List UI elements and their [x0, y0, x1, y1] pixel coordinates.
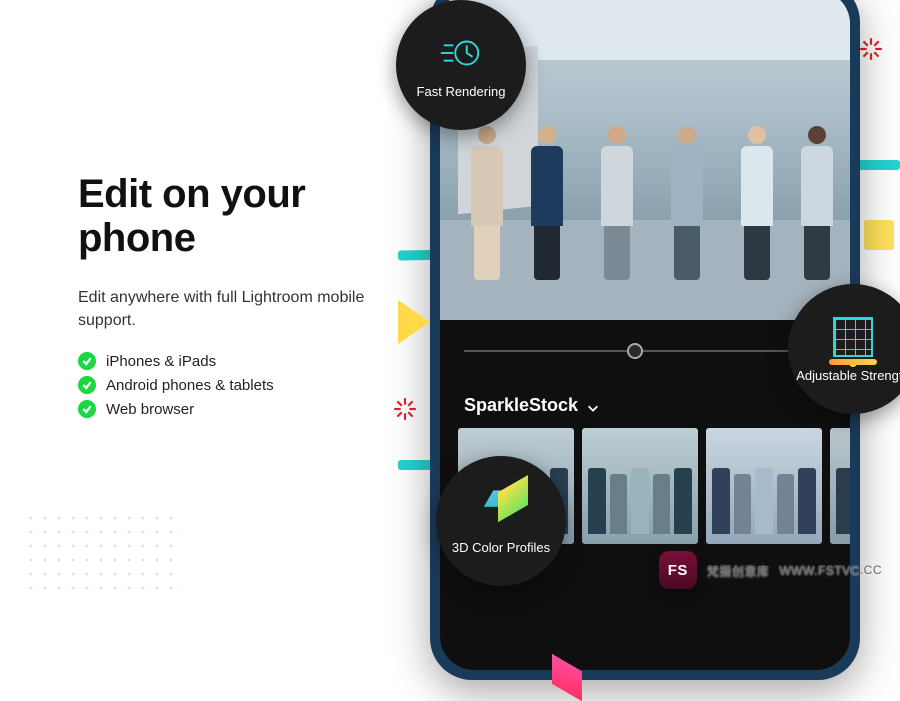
subheadline: Edit anywhere with full Lightroom mobile…	[78, 286, 398, 332]
triangle-decoration	[398, 300, 430, 344]
feature-item: iPhones & iPads	[78, 352, 398, 370]
color-cube-icon	[478, 486, 524, 532]
feature-item: Web browser	[78, 400, 398, 418]
feature-list: iPhones & iPads Android phones & tablets…	[78, 352, 398, 418]
strength-grid-icon	[830, 314, 876, 360]
watermark-url: WWW.FSTVC.CC	[779, 563, 882, 577]
starburst-decoration	[858, 36, 884, 62]
preset-group-label: SparkleStock	[464, 395, 578, 416]
preset-group-selector[interactable]: SparkleStock	[464, 395, 600, 416]
feature-label: iPhones & iPads	[106, 353, 216, 370]
slider-thumb-icon[interactable]	[627, 343, 643, 359]
headline: Edit on your phone	[78, 172, 398, 260]
badge-fast-rendering: Fast Rendering	[396, 0, 526, 130]
badge-label: Adjustable Strength	[796, 368, 900, 384]
chevron-down-icon	[586, 399, 600, 413]
preset-thumbnail[interactable]	[706, 428, 822, 544]
watermark-badge-text: FS	[668, 563, 688, 578]
square-decoration	[864, 220, 894, 250]
preset-thumbnail[interactable]	[582, 428, 698, 544]
feature-label: Android phones & tablets	[106, 377, 274, 394]
feature-item: Android phones & tablets	[78, 376, 398, 394]
watermark-brand-text: 梵摄创意库	[707, 562, 770, 579]
check-icon	[78, 376, 96, 394]
watermark-badge: FS	[659, 551, 697, 589]
feature-label: Web browser	[106, 401, 194, 418]
preset-thumbnail[interactable]	[830, 428, 850, 544]
badge-3d-color-profiles: 3D Color Profiles	[436, 456, 566, 586]
strength-slider[interactable]	[464, 342, 826, 360]
watermark: FS 梵摄创意库 WWW.FSTVC.CC	[659, 551, 882, 589]
dot-grid-decoration	[24, 511, 184, 591]
badge-label: 3D Color Profiles	[452, 540, 550, 556]
speed-icon	[438, 30, 484, 76]
badge-label: Fast Rendering	[417, 84, 506, 100]
check-icon	[78, 400, 96, 418]
check-icon	[78, 352, 96, 370]
